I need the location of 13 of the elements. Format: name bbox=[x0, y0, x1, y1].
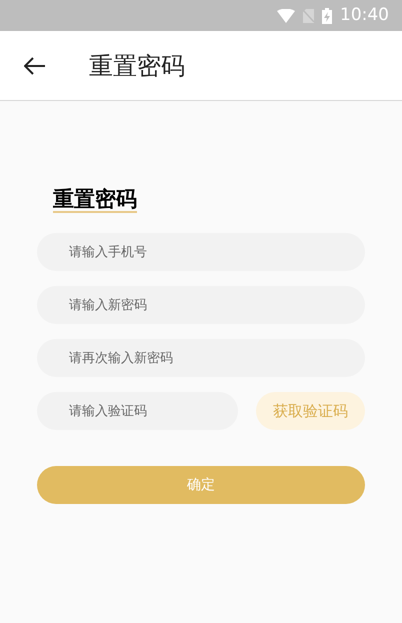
text-field[interactable]: 请输入新密码 bbox=[37, 286, 365, 324]
wifi-icon bbox=[277, 8, 295, 22]
text-field[interactable]: 请再次输入新密码 bbox=[37, 339, 365, 377]
battery-charging-icon bbox=[322, 8, 332, 24]
no-sim-icon bbox=[303, 8, 314, 22]
code-field[interactable]: 请输入验证码 bbox=[37, 392, 238, 430]
clock-time: 10:40 bbox=[340, 4, 389, 27]
get-code-button[interactable]: 获取验证码 bbox=[256, 392, 365, 430]
text-field[interactable]: 请输入手机号 bbox=[37, 233, 365, 271]
page-title: 重置密码 bbox=[89, 50, 185, 82]
form-heading: 重置密码 bbox=[53, 187, 137, 213]
back-arrow-icon bbox=[24, 56, 46, 74]
confirm-button[interactable]: 确定 bbox=[37, 466, 365, 504]
